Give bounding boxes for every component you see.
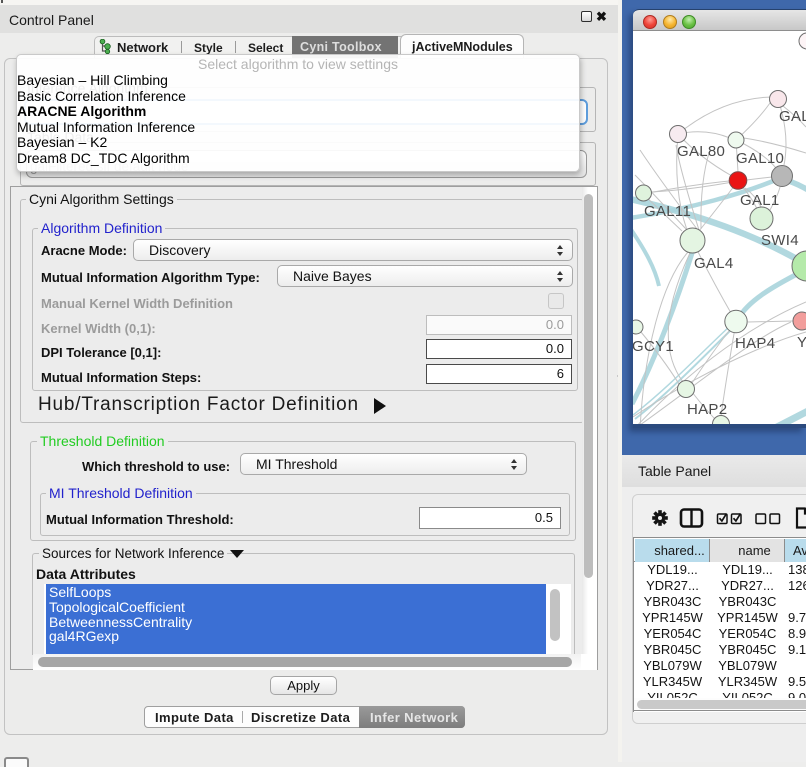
svg-text:GAL11: GAL11: [644, 203, 691, 220]
svg-text:GAL10: GAL10: [736, 150, 784, 167]
svg-text:GAL80: GAL80: [677, 143, 725, 160]
svg-text:GCY1: GCY1: [633, 338, 674, 355]
svg-text:SWI4: SWI4: [761, 232, 799, 249]
svg-text:HAP2: HAP2: [687, 401, 727, 418]
svg-text:GAL4: GAL4: [694, 255, 734, 272]
svg-text:GAL7: GAL7: [779, 108, 806, 125]
svg-text:HAP4: HAP4: [735, 335, 775, 352]
svg-text:GAL1: GAL1: [740, 192, 780, 209]
svg-text:YJ: YJ: [797, 334, 806, 351]
